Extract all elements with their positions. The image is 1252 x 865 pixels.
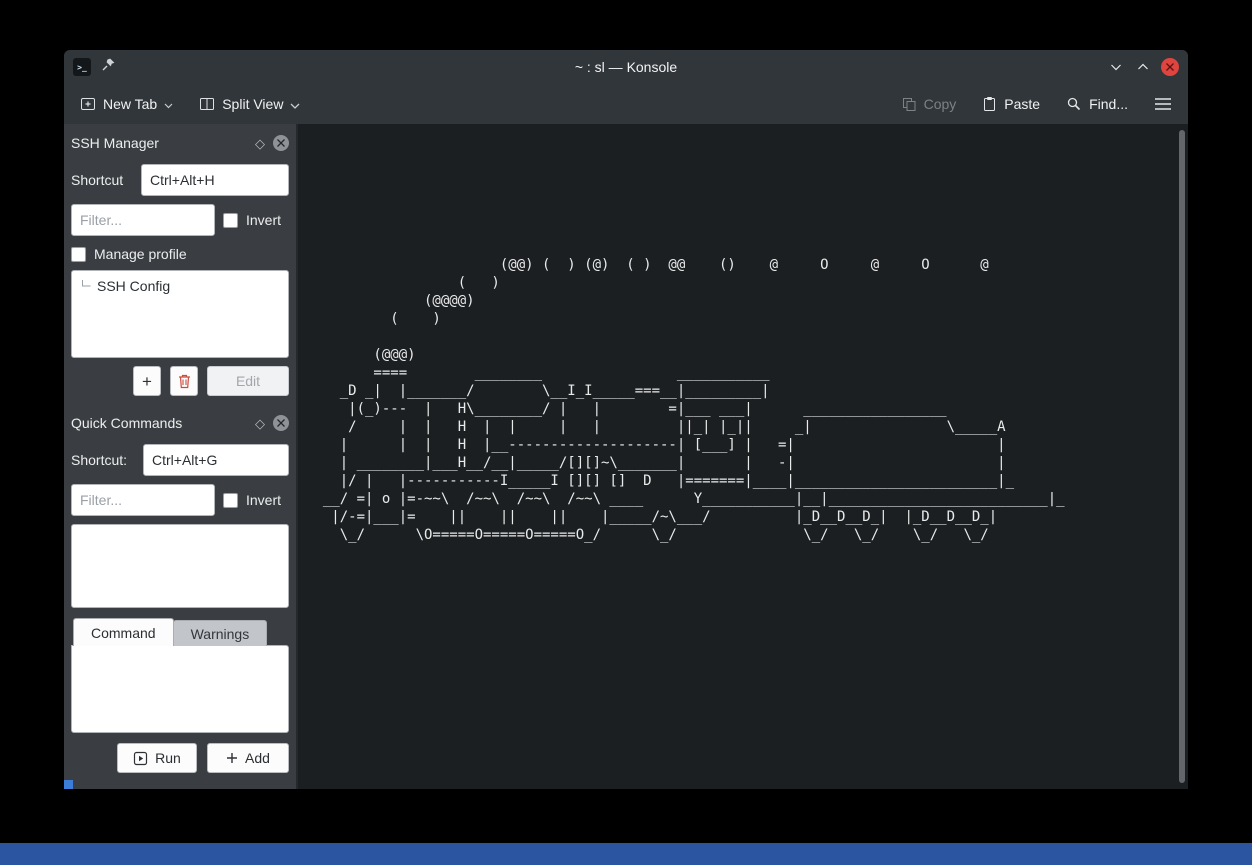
- ssh-edit-button[interactable]: Edit: [207, 366, 289, 396]
- plus-icon: [226, 752, 238, 764]
- paste-button[interactable]: Paste: [982, 96, 1040, 112]
- paste-label: Paste: [1004, 96, 1040, 112]
- manage-profile-label: Manage profile: [94, 246, 187, 262]
- qc-shortcut-label: Shortcut:: [71, 452, 135, 468]
- main-toolbar: New Tab Split View: [64, 84, 1188, 124]
- tree-branch-icon: [80, 280, 92, 292]
- quick-commands-float-icon[interactable]: ◇: [255, 417, 265, 430]
- hamburger-icon: [1154, 97, 1172, 111]
- trash-icon: [177, 373, 192, 389]
- konsole-app-icon: >_: [73, 58, 91, 76]
- terminal-area[interactable]: (@@) ( ) (@) ( ) @@ () @ O @ O @ ( ) (@@…: [298, 124, 1188, 789]
- qc-run-button-label: Run: [155, 750, 181, 766]
- qc-run-button[interactable]: Run: [117, 743, 197, 773]
- ssh-edit-button-label: Edit: [236, 373, 260, 389]
- pin-icon[interactable]: [101, 57, 116, 77]
- search-icon: [1066, 96, 1082, 112]
- ssh-shortcut-input[interactable]: [141, 164, 289, 196]
- konsole-window: >_ ~ : sl — Konsole: [64, 50, 1188, 789]
- new-tab-icon: [80, 96, 96, 112]
- terminal-output[interactable]: (@@) ( ) (@) ( ) @@ () @ O @ O @ ( ) (@@…: [298, 124, 1188, 544]
- ssh-shortcut-label: Shortcut: [71, 172, 133, 188]
- qc-add-button[interactable]: Add: [207, 743, 289, 773]
- ssh-add-button[interactable]: +: [133, 366, 161, 396]
- hamburger-menu-button[interactable]: [1154, 97, 1172, 111]
- ssh-manager-close-icon[interactable]: [273, 135, 289, 151]
- close-x-icon: [1165, 62, 1175, 72]
- ssh-manager-title: SSH Manager: [71, 135, 255, 151]
- sidebar: SSH Manager ◇ Shortcut Invert: [64, 124, 298, 789]
- ssh-manager-panel-header[interactable]: SSH Manager ◇: [71, 130, 289, 156]
- ssh-config-tree-item[interactable]: SSH Config: [72, 271, 288, 294]
- terminal-scrollbar[interactable]: [1179, 130, 1185, 783]
- qc-filter-input[interactable]: [71, 484, 215, 516]
- split-view-button[interactable]: Split View: [199, 96, 300, 112]
- tab-command[interactable]: Command: [73, 618, 174, 646]
- minimize-button[interactable]: [1107, 58, 1125, 76]
- copy-label: Copy: [924, 96, 957, 112]
- new-tab-label: New Tab: [103, 96, 157, 112]
- qc-command-list[interactable]: [71, 524, 289, 608]
- qc-command-editor[interactable]: [71, 645, 289, 733]
- quick-commands-panel-header[interactable]: Quick Commands ◇: [71, 410, 289, 436]
- new-tab-button[interactable]: New Tab: [80, 96, 173, 112]
- copy-icon: [902, 97, 917, 112]
- quick-commands-close-icon[interactable]: [273, 415, 289, 431]
- qc-invert-checkbox[interactable]: [223, 493, 238, 508]
- qc-shortcut-input[interactable]: [143, 444, 289, 476]
- run-icon: [133, 751, 148, 766]
- split-view-icon: [199, 96, 215, 112]
- quick-commands-title: Quick Commands: [71, 415, 255, 431]
- maximize-button[interactable]: [1134, 58, 1152, 76]
- ssh-config-tree-item-label: SSH Config: [97, 278, 170, 294]
- copy-button[interactable]: Copy: [902, 96, 957, 112]
- ssh-filter-input[interactable]: [71, 204, 215, 236]
- titlebar[interactable]: >_ ~ : sl — Konsole: [64, 50, 1188, 84]
- ssh-manager-float-icon[interactable]: ◇: [255, 137, 265, 150]
- close-button[interactable]: [1161, 58, 1179, 76]
- qc-tab-bar: Command Warnings: [71, 618, 289, 646]
- find-label: Find...: [1089, 96, 1128, 112]
- ssh-invert-label: Invert: [246, 212, 281, 228]
- konsole-app-icon-glyph: >_: [77, 63, 87, 72]
- find-button[interactable]: Find...: [1066, 96, 1128, 112]
- split-view-dropdown-icon[interactable]: [290, 103, 300, 110]
- manage-profile-checkbox[interactable]: [71, 247, 86, 262]
- ssh-delete-button[interactable]: [170, 366, 198, 396]
- bottom-strip: [0, 843, 1252, 865]
- tab-warnings[interactable]: Warnings: [173, 620, 268, 646]
- paste-icon: [982, 96, 997, 112]
- new-tab-dropdown-icon[interactable]: [164, 103, 173, 109]
- qc-add-button-label: Add: [245, 750, 270, 766]
- desktop-background: >_ ~ : sl — Konsole: [0, 0, 1252, 865]
- ssh-add-button-label: +: [142, 373, 152, 390]
- ssh-config-list[interactable]: SSH Config: [71, 270, 289, 358]
- corner-accent: [64, 780, 73, 789]
- window-title: ~ : sl — Konsole: [64, 59, 1188, 75]
- split-view-label: Split View: [222, 96, 283, 112]
- ssh-invert-checkbox[interactable]: [223, 213, 238, 228]
- qc-invert-label: Invert: [246, 492, 281, 508]
